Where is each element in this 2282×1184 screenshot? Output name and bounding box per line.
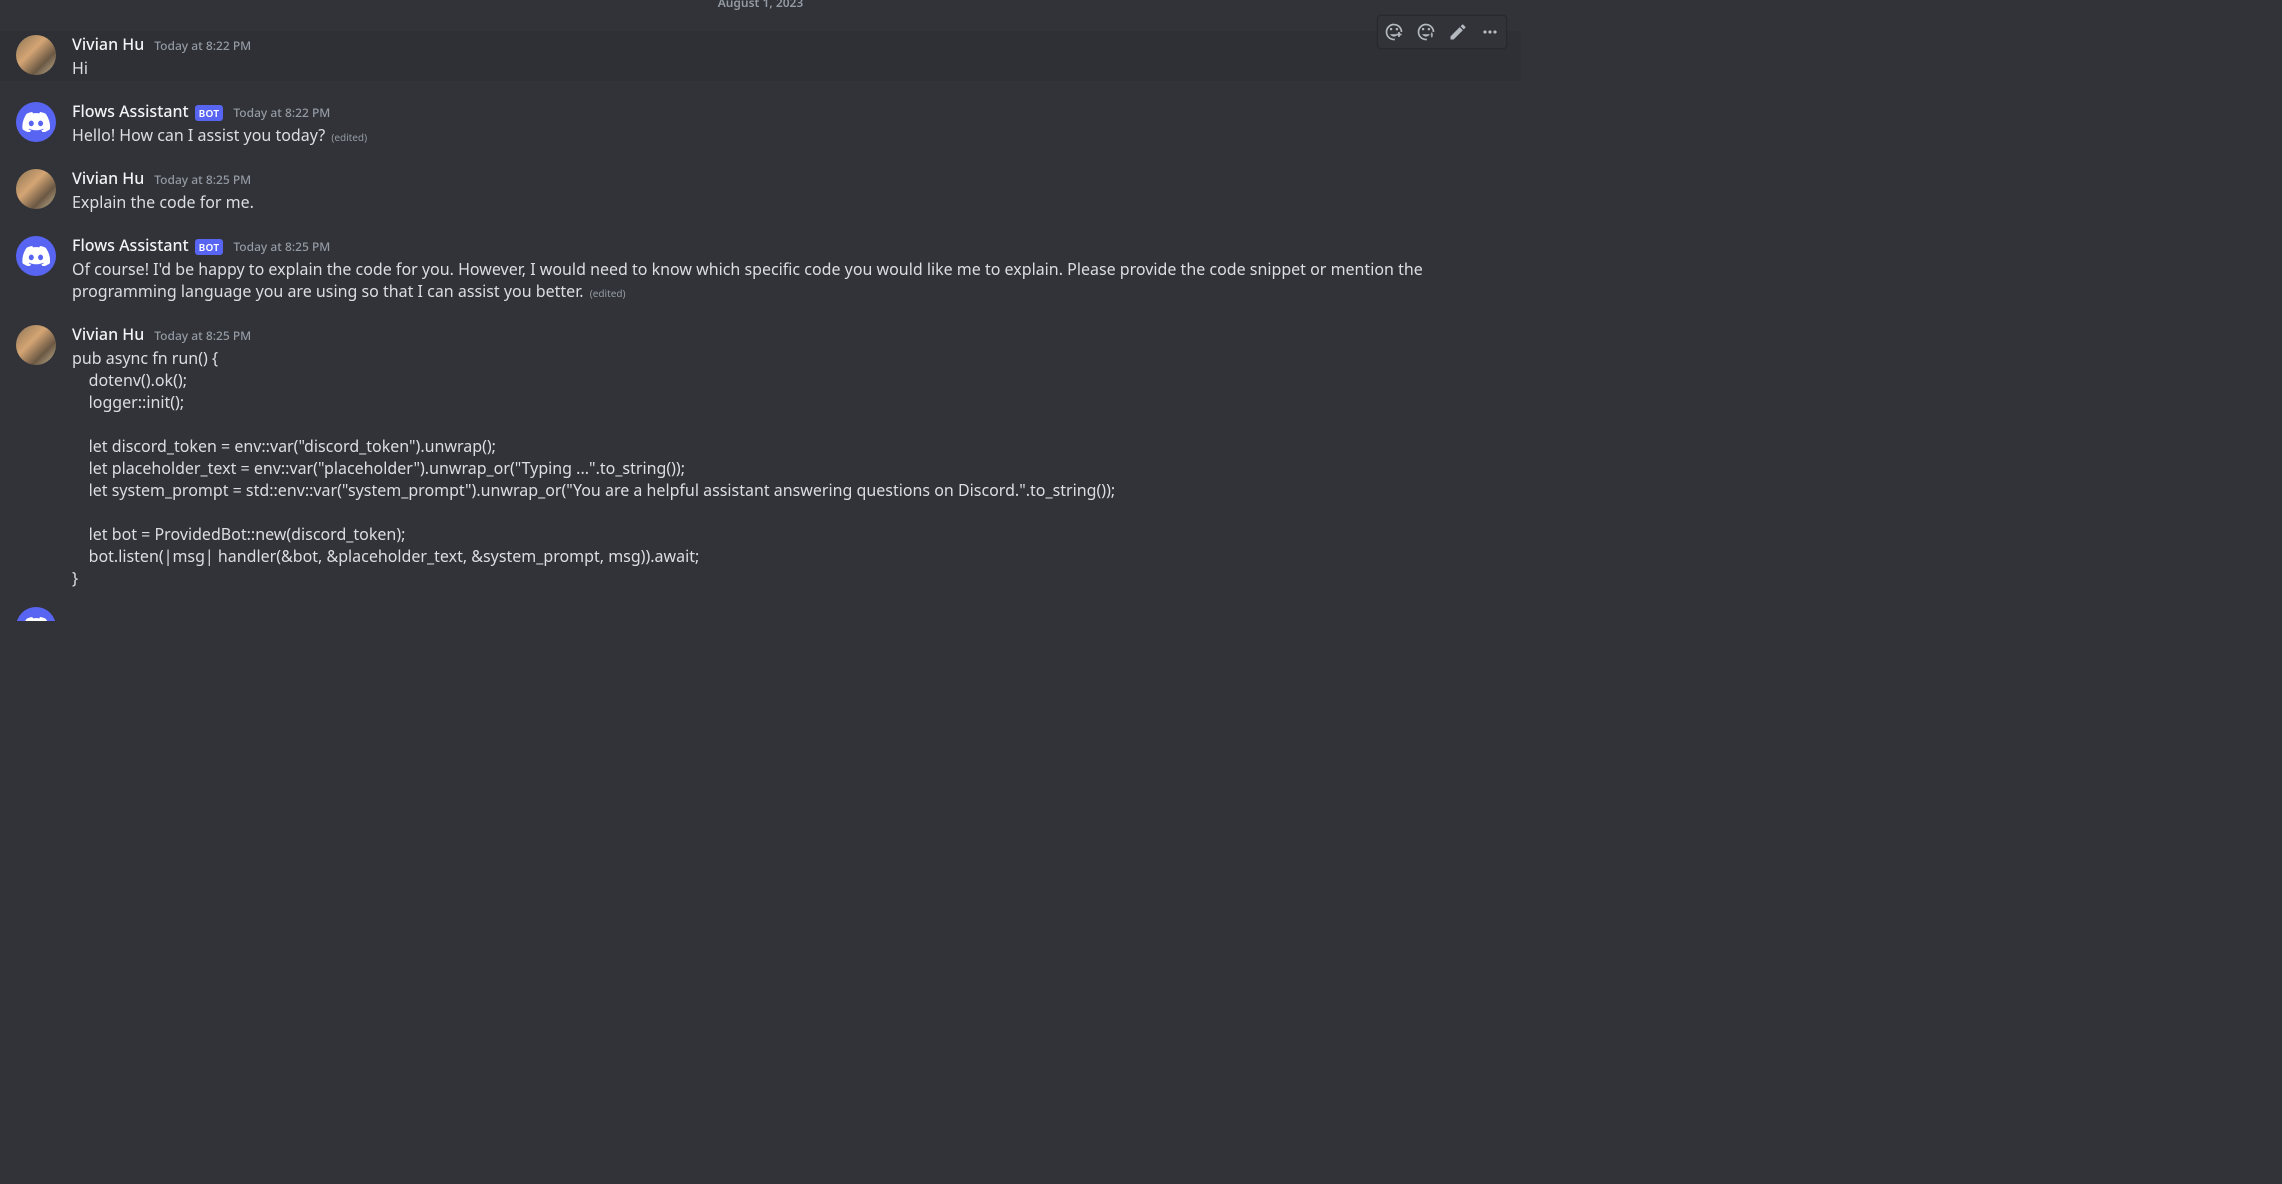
bot-tag: BOT [195,239,224,255]
avatar[interactable] [16,102,56,142]
avatar[interactable] [16,325,56,365]
timestamp: Today at 8:25 PM [154,327,251,344]
partial-next-message [0,607,1521,621]
message[interactable]: Vivian Hu Today at 8:25 PM Explain the c… [0,165,1521,215]
username[interactable]: Flows Assistant [72,234,189,256]
avatar[interactable] [16,607,56,621]
message-action-bar [1377,15,1507,49]
message-content: Flows Assistant BOT Today at 8:22 PM Hel… [72,100,1473,146]
message-content: Flows Assistant BOT Today at 8:25 PM Of … [72,234,1473,302]
add-reaction-icon[interactable] [1378,16,1410,48]
super-reaction-icon[interactable] [1410,16,1442,48]
message-content: Vivian Hu Today at 8:22 PM Hi [72,33,1473,79]
more-icon[interactable] [1474,16,1506,48]
message-content: Vivian Hu Today at 8:25 PM pub async fn … [72,323,1473,589]
username[interactable]: Vivian Hu [72,167,144,189]
bot-tag: BOT [195,105,224,121]
message-body: Of course! I'd be happy to explain the c… [72,258,1473,302]
message-body: pub async fn run() { dotenv().ok(); logg… [72,347,1473,589]
message[interactable]: Flows Assistant BOT Today at 8:25 PM Of … [0,232,1521,304]
edited-indicator: (edited) [590,286,626,300]
message-content: Vivian Hu Today at 8:25 PM Explain the c… [72,167,1473,213]
avatar[interactable] [16,169,56,209]
message-body: Explain the code for me. [72,191,1473,213]
avatar[interactable] [16,35,56,75]
message-list: Vivian Hu Today at 8:22 PM Hi Flows Assi… [0,0,1521,591]
message[interactable]: Vivian Hu Today at 8:22 PM Hi [0,31,1521,81]
timestamp: Today at 8:25 PM [154,171,251,188]
avatar[interactable] [16,236,56,276]
message[interactable]: Vivian Hu Today at 8:25 PM pub async fn … [0,321,1521,591]
timestamp: Today at 8:22 PM [154,37,251,54]
message-body: Hi [72,57,1473,79]
timestamp: Today at 8:25 PM [233,238,330,255]
username[interactable]: Vivian Hu [72,33,144,55]
message[interactable]: Flows Assistant BOT Today at 8:22 PM Hel… [0,98,1521,148]
message-body: Hello! How can I assist you today? (edit… [72,124,1473,146]
timestamp: Today at 8:22 PM [233,104,330,121]
username[interactable]: Vivian Hu [72,323,144,345]
username[interactable]: Flows Assistant [72,100,189,122]
edit-icon[interactable] [1442,16,1474,48]
edited-indicator: (edited) [331,130,367,144]
